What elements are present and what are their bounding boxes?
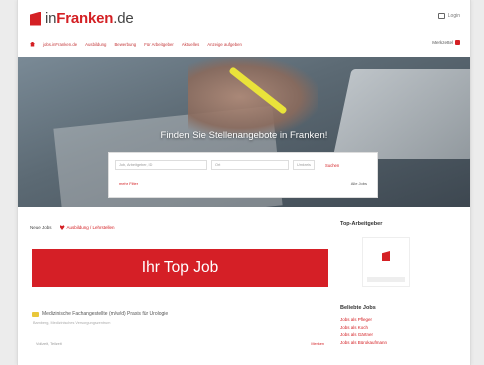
tab-training-label: Ausbildung / Lehrstellen (66, 225, 115, 230)
hero-laptop-image (332, 69, 470, 159)
nav-item-aktuelles[interactable]: Aktuelles (182, 42, 199, 47)
logo-prefix: in (45, 10, 57, 27)
nav-item-arbeitgeber[interactable]: Für Arbeitgeber (144, 42, 174, 47)
popular-job-link[interactable]: Jobs als Gärtner (340, 331, 458, 339)
search-button[interactable]: Suchen (325, 163, 339, 168)
nav-item-ausbildung[interactable]: Ausbildung (85, 42, 106, 47)
top-job-banner[interactable]: Ihr Top Job (32, 249, 328, 287)
user-icon (437, 13, 445, 19)
popular-job-link[interactable]: Jobs als Koch (340, 324, 458, 332)
hero-title: Finden Sie Stellenangebote in Franken! (160, 130, 328, 141)
job-listing[interactable]: Medizinische Fachangestellte (m/w/d) Pra… (32, 311, 328, 325)
hero-banner: Finden Sie Stellenangebote in Franken! J… (18, 57, 470, 207)
login-label: Login (447, 13, 460, 19)
top-job-label: Ihr Top Job (141, 259, 219, 276)
site-logo[interactable]: inFranken.de (30, 10, 134, 27)
save-job-button[interactable]: Merken (311, 342, 324, 346)
nav-item-anzeige[interactable]: Anzeige aufgeben (207, 42, 242, 47)
popular-job-link[interactable]: Jobs als Pfleger (340, 316, 458, 324)
employer-button[interactable] (367, 277, 405, 282)
employer-logo-icon (382, 251, 390, 261)
radius-select[interactable]: Umkreis (293, 160, 315, 170)
main-nav: jobs.inFranken.de Ausbildung Bewerbung F… (18, 38, 470, 50)
job-type: Vollzeit, Teilzeit (36, 342, 62, 346)
login-button[interactable]: Login (437, 13, 460, 19)
logo-suffix: .de (113, 10, 134, 27)
search-panel: Job, Arbeitgeber, ID Ort Umkreis Suchen … (108, 152, 378, 198)
logo-mark-icon (30, 11, 41, 26)
sidebar: Top-Arbeitgeber Beliebte Jobs Jobs als P… (340, 221, 458, 346)
browser-page: inFranken.de Login jobs.inFranken.de Aus… (17, 0, 471, 365)
search-row: Job, Arbeitgeber, ID Ort Umkreis Suchen (115, 160, 339, 170)
popular-jobs-title: Beliebte Jobs (340, 305, 376, 311)
home-icon[interactable] (30, 41, 35, 47)
main-content: Neue Jobs Ausbildung / Lehrstellen Ihr T… (18, 213, 470, 365)
job-meta: Bamberg, Medizinisches Versorgungszentru… (33, 321, 111, 325)
logo-text: inFranken.de (45, 10, 134, 27)
nav-item-bewerbung[interactable]: Bewerbung (114, 42, 136, 47)
popular-job-link[interactable]: Jobs als Bürokaufmann (340, 339, 458, 347)
tab-new-jobs[interactable]: Neue Jobs (30, 225, 52, 230)
job-title[interactable]: Medizinische Fachangestellte (m/w/d) Pra… (42, 311, 168, 317)
merkzettel-badge (455, 40, 460, 45)
merkzettel-label: Merkzettel (432, 40, 453, 45)
job-badge-icon (32, 311, 39, 317)
employer-card[interactable] (362, 237, 410, 287)
top-employers-title: Top-Arbeitgeber (340, 221, 383, 227)
location-input[interactable]: Ort (211, 160, 289, 170)
logo-main: Franken (56, 10, 114, 27)
more-filters-link[interactable]: mehr Filter (119, 181, 138, 186)
merkzettel-link[interactable]: Merkzettel (432, 40, 460, 45)
header: inFranken.de Login (18, 0, 470, 36)
search-input[interactable]: Job, Arbeitgeber, ID (115, 160, 207, 170)
job-title-row: Medizinische Fachangestellte (m/w/d) Pra… (32, 311, 328, 317)
heart-icon (59, 225, 65, 230)
nav-item-home[interactable]: jobs.inFranken.de (43, 42, 77, 47)
job-action-bar: Vollzeit, Teilzeit Merken (32, 339, 328, 349)
tab-training[interactable]: Ausbildung / Lehrstellen (59, 225, 115, 230)
popular-jobs-list: Jobs als Pfleger Jobs als Koch Jobs als … (340, 316, 458, 346)
all-jobs-link[interactable]: Alle Jobs (351, 181, 367, 186)
job-tabs: Neue Jobs Ausbildung / Lehrstellen (30, 225, 115, 230)
hero-hand-image (188, 57, 318, 137)
